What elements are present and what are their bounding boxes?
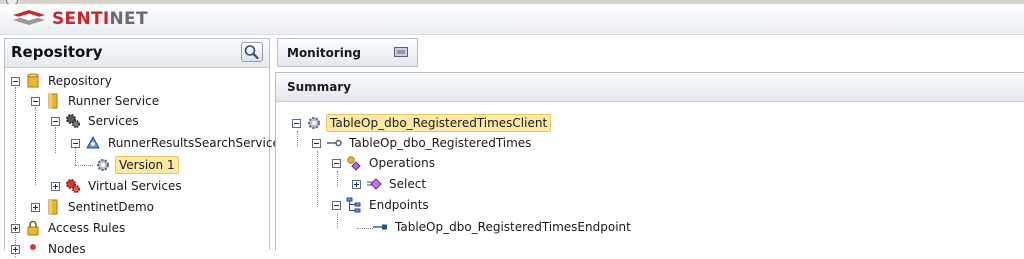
expand-toggle[interactable]	[11, 223, 20, 233]
sentinet-logo-icon	[13, 10, 45, 25]
gears-icon	[65, 113, 81, 129]
minimize-panel-icon[interactable]	[394, 47, 408, 57]
expand-toggle[interactable]	[31, 202, 40, 212]
tree-item-label: TableOp_dbo_RegisteredTimes	[349, 136, 532, 150]
sentinet-logo: SENTINET	[10, 9, 148, 29]
tree-item-label: TableOp_dbo_RegisteredTimesClient	[326, 114, 552, 132]
summary-item-operations[interactable]: Operations	[332, 153, 438, 173]
endpoint-connector-icon	[372, 219, 388, 235]
summary-title: Summary	[287, 80, 352, 94]
tree-item-services[interactable]: Services	[51, 111, 142, 131]
tree-item-label: Endpoints	[369, 198, 429, 212]
gear-icon	[306, 115, 322, 131]
tree-item-label: Runner Service	[68, 94, 160, 108]
key-connector-icon	[326, 135, 342, 151]
tree-item-version-1[interactable]: Version 1	[95, 155, 179, 175]
tree-item-label: SentinetDemo	[68, 200, 154, 214]
tree-item-label: RunnerResultsSearchService	[108, 136, 280, 150]
tree-item-repository[interactable]: Repository	[11, 71, 115, 91]
summary-item-endpoint[interactable]: TableOp_dbo_RegisteredTimesEndpoint	[372, 217, 634, 237]
collapse-toggle[interactable]	[292, 118, 301, 128]
tree-item-label: TableOp_dbo_RegisteredTimesEndpoint	[395, 220, 631, 234]
tree-item-runner-service[interactable]: Runner Service	[31, 91, 162, 111]
collapse-toggle[interactable]	[332, 200, 341, 210]
operations-icon	[346, 155, 362, 171]
collapse-toggle[interactable]	[11, 76, 20, 86]
summary-item-endpoints[interactable]: Endpoints	[332, 195, 432, 215]
tree-guide	[317, 151, 318, 207]
tree-item-sentinet-demo[interactable]: SentinetDemo	[31, 197, 157, 217]
repository-cylinder-icon	[25, 73, 41, 89]
repository-panel: Repository Repository Runner Service Ser…	[4, 38, 280, 257]
tree-item-runner-results-search-service[interactable]: RunnerResultsSearchService	[71, 133, 283, 153]
tree-guide	[357, 228, 373, 229]
monitoring-label: Monitoring	[287, 46, 361, 60]
repository-title: Repository	[11, 43, 103, 61]
brand-prefix: SENTI	[52, 9, 110, 29]
lock-icon	[25, 220, 41, 236]
method-icon	[366, 176, 382, 192]
expand-toggle[interactable]	[51, 181, 60, 191]
collapse-toggle[interactable]	[312, 138, 321, 148]
tree-item-label: Version 1	[115, 156, 179, 174]
search-icon	[244, 45, 259, 60]
collapse-toggle[interactable]	[51, 116, 60, 126]
tree-guide	[75, 165, 93, 166]
tree-item-label: Operations	[369, 156, 435, 170]
tree-item-nodes[interactable]: Nodes	[11, 239, 89, 259]
tree-item-label: Nodes	[48, 242, 86, 256]
tree-item-label: Services	[88, 114, 139, 128]
monitoring-tab[interactable]: Monitoring	[277, 38, 418, 67]
collapse-toggle[interactable]	[31, 96, 40, 106]
gear-icon	[95, 157, 111, 173]
summary-header: Summary	[276, 73, 1024, 102]
collapse-toggle[interactable]	[332, 158, 341, 168]
collapse-toggle[interactable]	[71, 138, 80, 148]
summary-item-contract[interactable]: TableOp_dbo_RegisteredTimes	[312, 133, 534, 153]
tree-item-label: Virtual Services	[88, 179, 182, 193]
service-endpoint-icon	[85, 135, 101, 151]
folder-icon	[45, 93, 61, 109]
endpoints-hierarchy-icon	[346, 197, 362, 213]
repository-header: Repository	[5, 39, 269, 68]
tree-guide	[35, 107, 36, 185]
app-header: SENTINET	[0, 4, 1024, 35]
summary-item-select[interactable]: Select	[352, 174, 429, 194]
tree-guide	[297, 131, 298, 147]
tree-guide	[337, 171, 338, 187]
tree-guide	[337, 213, 338, 228]
expand-toggle[interactable]	[352, 179, 361, 189]
tree-item-label: Access Rules	[48, 221, 126, 235]
tree-item-label: Select	[389, 177, 427, 191]
search-button[interactable]	[241, 42, 263, 62]
red-gears-icon	[65, 178, 81, 194]
summary-panel: Summary TableOp_dbo_RegisteredTimesClien…	[275, 72, 1024, 251]
brand-suffix: NET	[109, 9, 148, 29]
tree-item-access-rules[interactable]: Access Rules	[11, 218, 128, 238]
folder-icon	[45, 199, 61, 215]
nodes-icon	[25, 241, 41, 257]
tree-item-label: Repository	[48, 74, 112, 88]
brand-name: SENTINET	[52, 9, 148, 29]
tree-item-virtual-services[interactable]: Virtual Services	[51, 176, 185, 196]
summary-item-client[interactable]: TableOp_dbo_RegisteredTimesClient	[292, 113, 552, 133]
